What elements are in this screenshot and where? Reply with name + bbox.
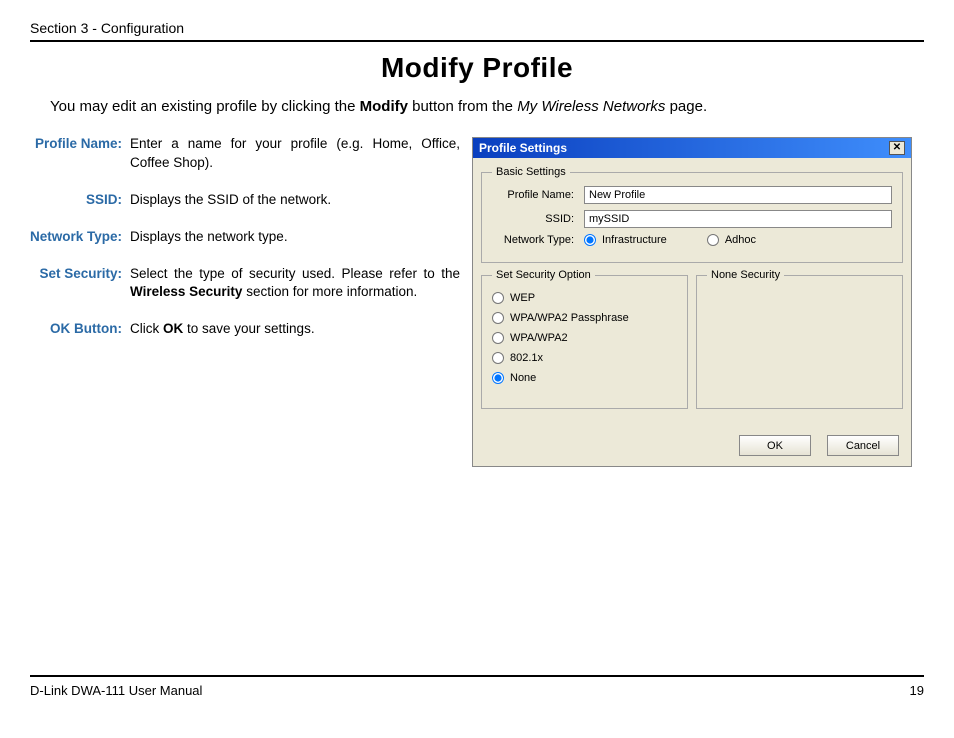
security-option-fieldset: Set Security Option WEP WPA/WPA2 Passphr…: [481, 269, 688, 409]
close-icon[interactable]: ✕: [889, 141, 905, 155]
sec-pre: Select the type of security used. Please…: [130, 266, 460, 281]
ok-button[interactable]: OK: [739, 435, 811, 456]
def-text-set-security: Select the type of security used. Please…: [130, 265, 460, 303]
def-text-network-type: Displays the network type.: [130, 228, 460, 247]
radio-adhoc-input[interactable]: [707, 234, 719, 246]
radio-wpa-input[interactable]: [492, 332, 504, 344]
intro-text: You may edit an existing profile by clic…: [50, 98, 924, 115]
radio-wpa-label: WPA/WPA2: [510, 332, 568, 344]
radio-adhoc-label: Adhoc: [725, 234, 756, 246]
radio-8021x[interactable]: 802.1x: [492, 352, 677, 364]
radio-8021x-label: 802.1x: [510, 352, 543, 364]
def-text-ssid: Displays the SSID of the network.: [130, 191, 460, 210]
basic-settings-fieldset: Basic Settings Profile Name: SSID: Netwo…: [481, 166, 903, 263]
profile-settings-dialog: Profile Settings ✕ Basic Settings Profil…: [472, 137, 912, 467]
radio-wpa[interactable]: WPA/WPA2: [492, 332, 677, 344]
def-text-ok-button: Click OK to save your settings.: [130, 320, 460, 339]
intro-post: page.: [665, 98, 707, 115]
sec-bold: Wireless Security: [130, 284, 242, 299]
label-ssid: SSID:: [492, 213, 584, 225]
definitions-column: Profile Name: Enter a name for your prof…: [30, 135, 460, 467]
footer-page-number: 19: [910, 683, 924, 698]
radio-none[interactable]: None: [492, 372, 677, 384]
sec-post: section for more information.: [242, 284, 417, 299]
cancel-button[interactable]: Cancel: [827, 435, 899, 456]
radio-wep-input[interactable]: [492, 292, 504, 304]
ok-bold: OK: [163, 321, 183, 336]
radio-8021x-input[interactable]: [492, 352, 504, 364]
intro-mid: button from the: [408, 98, 517, 115]
none-security-legend: None Security: [707, 269, 784, 281]
page-footer: D-Link DWA-111 User Manual 19: [30, 675, 924, 698]
intro-bold: Modify: [360, 98, 408, 115]
label-profile-name: Profile Name:: [492, 189, 584, 201]
def-label-ok-button: OK Button:: [30, 320, 130, 339]
def-label-profile-name: Profile Name:: [30, 135, 130, 173]
radio-adhoc[interactable]: Adhoc: [707, 234, 756, 246]
def-label-network-type: Network Type:: [30, 228, 130, 247]
radio-infrastructure-input[interactable]: [584, 234, 596, 246]
radio-none-label: None: [510, 372, 536, 384]
security-option-legend: Set Security Option: [492, 269, 595, 281]
dialog-titlebar: Profile Settings ✕: [473, 138, 911, 158]
page-title: Modify Profile: [30, 52, 924, 84]
intro-italic: My Wireless Networks: [517, 98, 665, 115]
ok-pre: Click: [130, 321, 163, 336]
basic-settings-legend: Basic Settings: [492, 166, 570, 178]
none-security-fieldset: None Security: [696, 269, 903, 409]
dialog-title-text: Profile Settings: [479, 141, 567, 155]
radio-wpa-pass-input[interactable]: [492, 312, 504, 324]
ok-post: to save your settings.: [183, 321, 314, 336]
def-label-ssid: SSID:: [30, 191, 130, 210]
radio-wpa-pass-label: WPA/WPA2 Passphrase: [510, 312, 629, 324]
radio-wep-label: WEP: [510, 292, 535, 304]
radio-infrastructure[interactable]: Infrastructure: [584, 234, 667, 246]
section-header: Section 3 - Configuration: [30, 20, 924, 42]
footer-left: D-Link DWA-111 User Manual: [30, 683, 202, 698]
radio-wep[interactable]: WEP: [492, 292, 677, 304]
radio-infrastructure-label: Infrastructure: [602, 234, 667, 246]
def-text-profile-name: Enter a name for your profile (e.g. Home…: [130, 135, 460, 173]
profile-name-input[interactable]: [584, 186, 892, 204]
intro-pre: You may edit an existing profile by clic…: [50, 98, 360, 115]
label-network-type: Network Type:: [492, 234, 584, 246]
ssid-input[interactable]: [584, 210, 892, 228]
radio-wpa-passphrase[interactable]: WPA/WPA2 Passphrase: [492, 312, 677, 324]
def-label-set-security: Set Security:: [30, 265, 130, 303]
radio-none-input[interactable]: [492, 372, 504, 384]
